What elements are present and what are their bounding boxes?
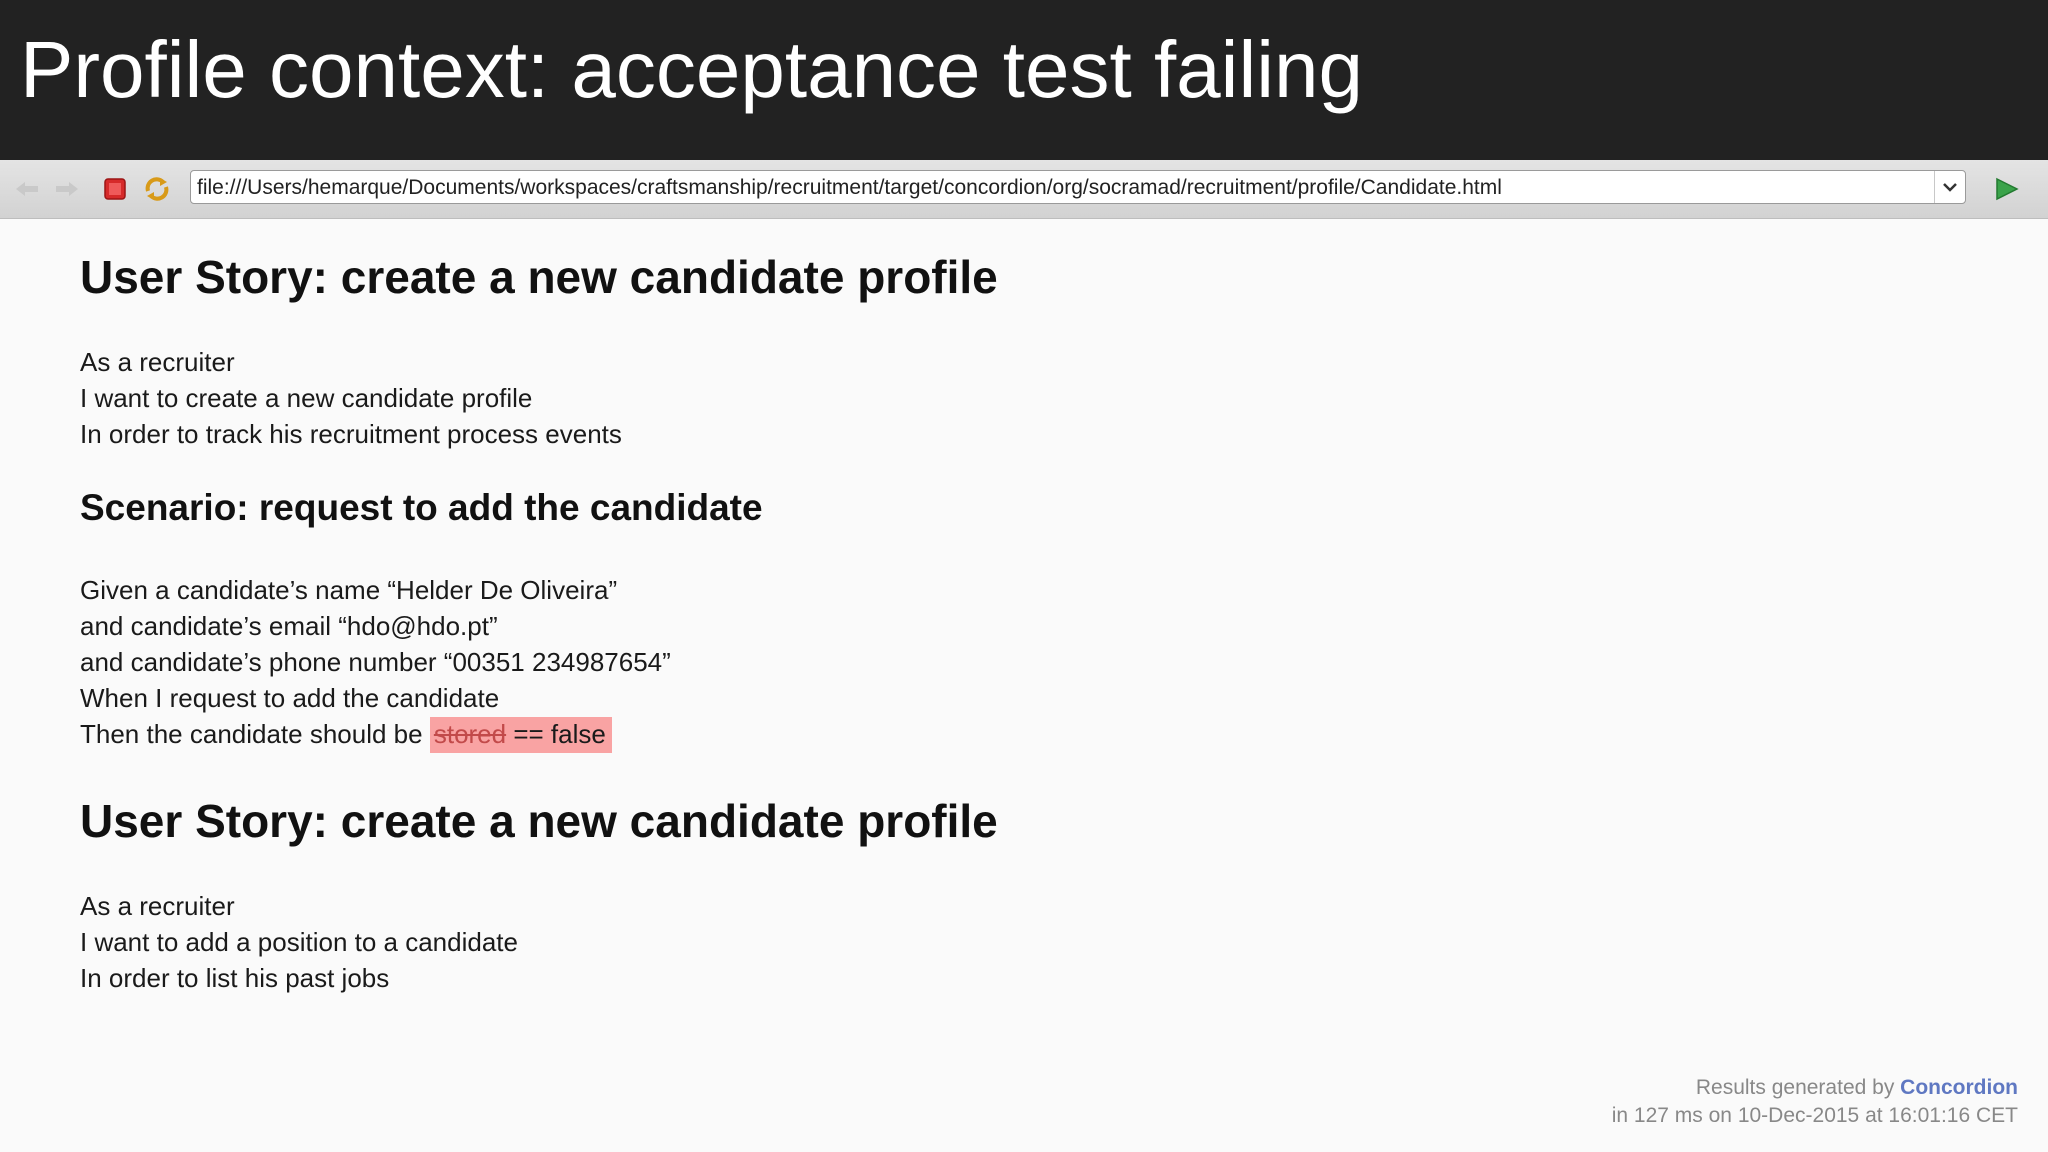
arrow-left-icon[interactable]: [12, 174, 42, 204]
refresh-icon[interactable]: [142, 174, 172, 204]
concordion-link[interactable]: Concordion: [1900, 1076, 2018, 1099]
actual-value: == false: [513, 719, 606, 749]
story-line: As a recruiter: [80, 347, 235, 377]
chevron-down-icon[interactable]: [1934, 171, 1965, 203]
browser-toolbar: file:///Users/hemarque/Documents/workspa…: [0, 160, 2048, 219]
story-narrative: As a recruiter I want to create a new ca…: [80, 344, 622, 452]
address-bar[interactable]: file:///Users/hemarque/Documents/workspa…: [190, 170, 1966, 204]
results-footer: Results generated by Concordion in 127 m…: [1612, 1074, 2018, 1130]
story-line: I want to add a position to a candidate: [80, 927, 518, 957]
slide-header: Profile context: acceptance test failing: [0, 0, 2048, 160]
results-generated-line: Results generated by Concordion: [1612, 1074, 2018, 1102]
story-line: As a recruiter: [80, 891, 235, 921]
scenario-step: and candidate’s phone number “00351 2349…: [80, 647, 671, 677]
story-narrative: As a recruiter I want to add a position …: [80, 888, 518, 996]
page-content: User Story: create a new candidate profi…: [0, 219, 2048, 1152]
story-line: In order to track his recruitment proces…: [80, 419, 622, 449]
story-title: User Story: create a new candidate profi…: [80, 251, 998, 303]
address-text: file:///Users/hemarque/Documents/workspa…: [197, 176, 1502, 199]
scenario-step: Given a candidate’s name “Helder De Oliv…: [80, 575, 618, 605]
story-title: User Story: create a new candidate profi…: [80, 795, 998, 847]
generated-by-text: Results generated by: [1695, 1076, 1895, 1099]
scenario-step: When I request to add the candidate: [80, 683, 500, 713]
story-line: I want to create a new candidate profile: [80, 383, 533, 413]
story-line: In order to list his past jobs: [80, 963, 390, 993]
expected-value: stored: [433, 719, 507, 749]
scenario-title: Scenario: request to add the candidate: [80, 487, 763, 528]
slide-title: Profile context: acceptance test failing: [20, 25, 1363, 114]
scenario-steps: Given a candidate’s name “Helder De Oliv…: [80, 572, 671, 753]
results-timing: in 127 ms on 10-Dec-2015 at 16:01:16 CET: [1611, 1104, 2018, 1127]
scenario-then-step: Then the candidate should be stored == f…: [80, 716, 671, 753]
failure-highlight: stored == false: [429, 717, 612, 753]
scenario-step: and candidate’s email “hdo@hdo.pt”: [80, 611, 498, 641]
stop-icon[interactable]: [100, 174, 130, 204]
then-prefix: Then the candidate should be: [80, 719, 423, 749]
play-icon[interactable]: [1992, 174, 2022, 204]
arrow-right-icon[interactable]: [52, 174, 82, 204]
